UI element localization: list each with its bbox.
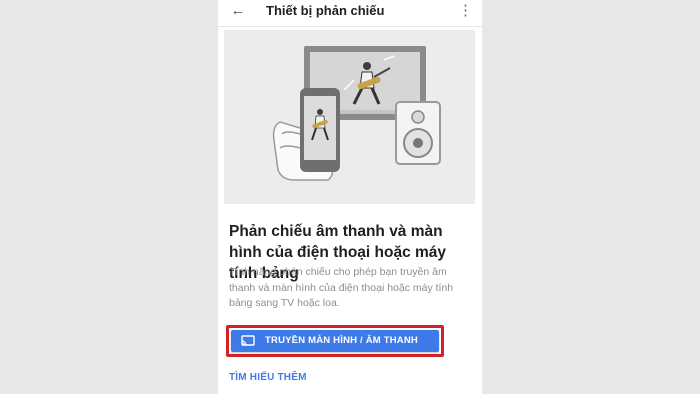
hero-illustration	[224, 30, 475, 204]
speaker-illustration	[395, 101, 441, 165]
more-vert-icon[interactable]: ⋮	[458, 2, 473, 20]
arrow-back-icon[interactable]: ←	[230, 2, 246, 20]
cast-screen-audio-button[interactable]: TRUYỀN MÀN HÌNH / ÂM THANH	[231, 330, 439, 352]
app-bar: ← Thiết bị phản chiếu ⋮	[218, 0, 482, 27]
phone-screen: ← Thiết bị phản chiếu ⋮ Phản chiếu âm th…	[218, 0, 482, 394]
learn-more-link[interactable]: TÌM HIỂU THÊM	[229, 372, 307, 383]
cast-button-label: TRUYỀN MÀN HÌNH / ÂM THANH	[265, 335, 418, 346]
cast-icon	[241, 335, 255, 346]
page-title: Thiết bị phản chiếu	[266, 3, 385, 18]
hand-phone-illustration	[272, 88, 340, 181]
description: Tính năng phản chiếu cho phép bạn truyền…	[229, 266, 454, 309]
